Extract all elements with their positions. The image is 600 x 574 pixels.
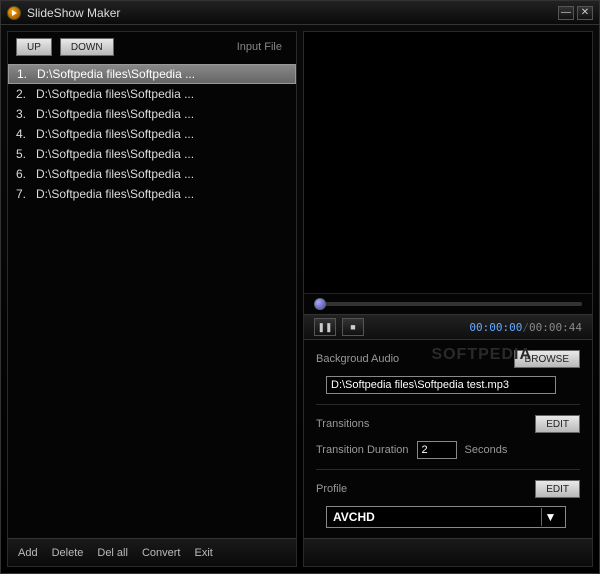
timecode: 00:00:00/00:00:44: [469, 321, 582, 334]
titlebar[interactable]: SlideShow Maker — ✕: [1, 1, 599, 25]
add-button[interactable]: Add: [18, 547, 38, 559]
file-row[interactable]: 4.D:\Softpedia files\Softpedia ...: [8, 124, 296, 144]
file-row-name: D:\Softpedia files\Softpedia ...: [36, 187, 194, 201]
move-down-button[interactable]: DOWN: [60, 38, 114, 56]
transition-duration-input[interactable]: [417, 441, 457, 459]
file-row-number: 2.: [16, 87, 36, 101]
profile-label: Profile: [316, 483, 347, 495]
pause-button[interactable]: ❚❚: [314, 318, 336, 336]
file-row-name: D:\Softpedia files\Softpedia ...: [36, 147, 194, 161]
edit-transitions-button[interactable]: EDIT: [535, 415, 580, 433]
file-row-name: D:\Softpedia files\Softpedia ...: [36, 87, 194, 101]
exit-button[interactable]: Exit: [194, 547, 212, 559]
background-audio-label: Backgroud Audio: [316, 353, 399, 365]
body: UP DOWN Input File 1.D:\Softpedia files\…: [1, 25, 599, 573]
column-header-input-file: Input File: [237, 41, 288, 53]
browse-audio-button[interactable]: BROWSE: [514, 350, 580, 368]
file-row[interactable]: 5.D:\Softpedia files\Softpedia ...: [8, 144, 296, 164]
preview-area: [304, 32, 592, 294]
file-row-number: 6.: [16, 167, 36, 181]
app-logo-icon: [7, 6, 21, 20]
playback-controls: ❚❚ ■ 00:00:00/00:00:44: [304, 314, 592, 340]
file-list-header: UP DOWN Input File: [8, 32, 296, 62]
file-row-number: 1.: [17, 67, 37, 81]
move-up-button[interactable]: UP: [16, 38, 52, 56]
file-row[interactable]: 2.D:\Softpedia files\Softpedia ...: [8, 84, 296, 104]
app-title: SlideShow Maker: [27, 6, 555, 20]
app-window: SlideShow Maker — ✕ UP DOWN Input File 1…: [0, 0, 600, 574]
minimize-button[interactable]: —: [558, 6, 574, 20]
background-audio-input[interactable]: [326, 376, 556, 394]
settings-panel: SOFTPEDIA Backgroud Audio BROWSE Transit…: [304, 340, 592, 538]
time-current: 00:00:00: [469, 321, 522, 334]
file-row[interactable]: 7.D:\Softpedia files\Softpedia ...: [8, 184, 296, 204]
stop-button[interactable]: ■: [342, 318, 364, 336]
convert-button[interactable]: Convert: [142, 547, 181, 559]
seek-thumb-icon[interactable]: [314, 298, 326, 310]
right-panel: ❚❚ ■ 00:00:00/00:00:44 SOFTPEDIA Backgro…: [303, 31, 593, 567]
divider: [316, 469, 580, 470]
seek-slider-row: [304, 294, 592, 314]
transition-duration-unit: Seconds: [465, 444, 508, 456]
file-list-footer: Add Delete Del all Convert Exit: [8, 538, 296, 566]
file-row-name: D:\Softpedia files\Softpedia ...: [37, 67, 195, 81]
file-row-name: D:\Softpedia files\Softpedia ...: [36, 107, 194, 121]
seek-slider[interactable]: [314, 302, 582, 306]
divider: [316, 404, 580, 405]
delete-button[interactable]: Delete: [52, 547, 84, 559]
file-row[interactable]: 1.D:\Softpedia files\Softpedia ...: [8, 64, 296, 84]
transitions-label: Transitions: [316, 418, 369, 430]
file-list-panel: UP DOWN Input File 1.D:\Softpedia files\…: [7, 31, 297, 567]
time-total: 00:00:44: [529, 321, 582, 334]
file-row-number: 5.: [16, 147, 36, 161]
transition-duration-label: Transition Duration: [316, 444, 409, 456]
file-row-name: D:\Softpedia files\Softpedia ...: [36, 127, 194, 141]
file-row-number: 4.: [16, 127, 36, 141]
file-list: 1.D:\Softpedia files\Softpedia ...2.D:\S…: [8, 62, 296, 538]
file-row-name: D:\Softpedia files\Softpedia ...: [36, 167, 194, 181]
chevron-down-icon: ▼: [541, 508, 559, 526]
profile-value: AVCHD: [333, 510, 375, 524]
file-row-number: 7.: [16, 187, 36, 201]
file-row-number: 3.: [16, 107, 36, 121]
file-row[interactable]: 6.D:\Softpedia files\Softpedia ...: [8, 164, 296, 184]
close-button[interactable]: ✕: [577, 6, 593, 20]
right-footer: [304, 538, 592, 566]
file-row[interactable]: 3.D:\Softpedia files\Softpedia ...: [8, 104, 296, 124]
delete-all-button[interactable]: Del all: [97, 547, 128, 559]
profile-select[interactable]: AVCHD ▼: [326, 506, 566, 528]
edit-profile-button[interactable]: EDIT: [535, 480, 580, 498]
